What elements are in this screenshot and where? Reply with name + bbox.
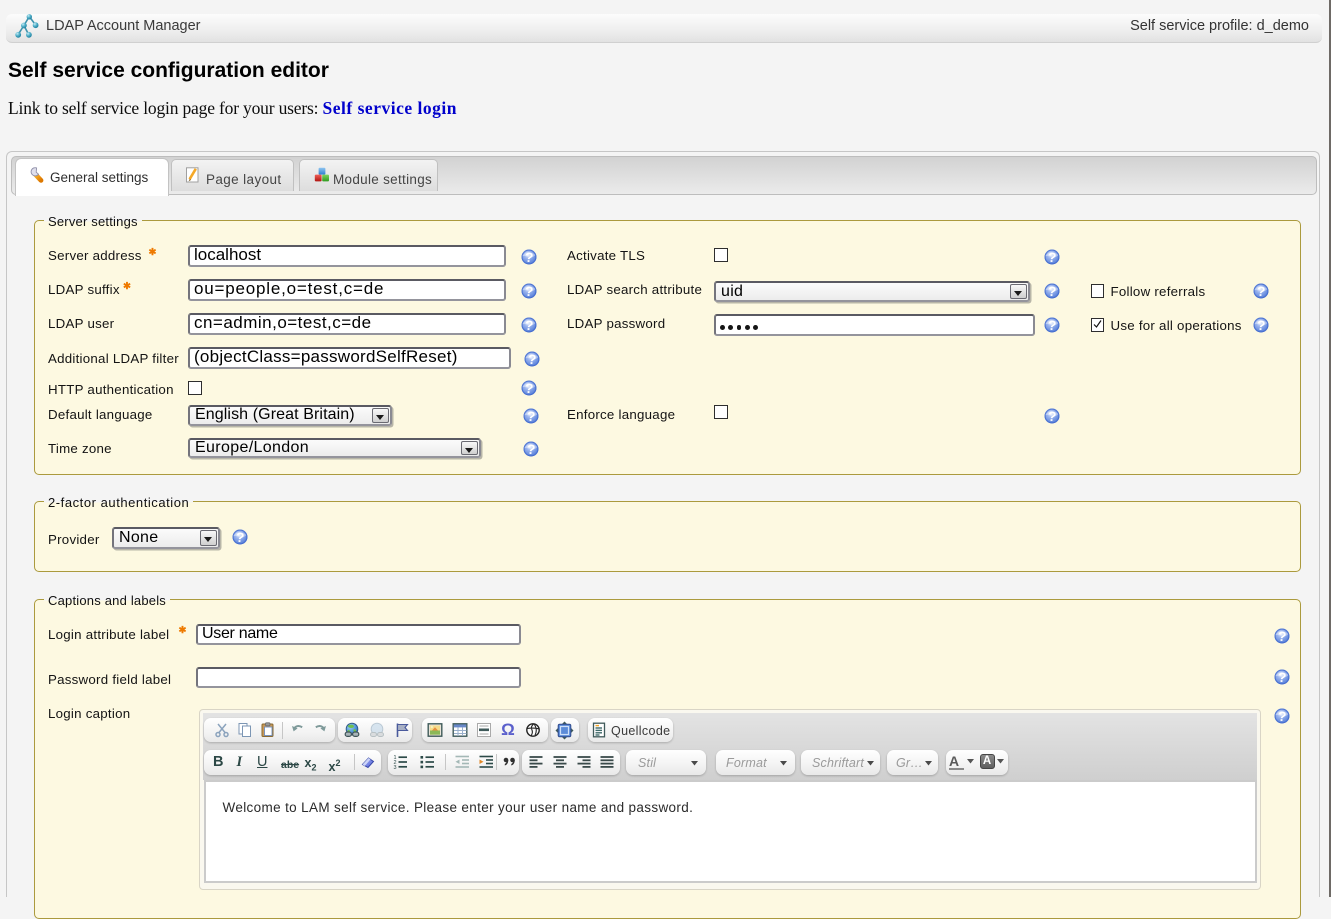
svg-text:3: 3 — [394, 765, 397, 770]
